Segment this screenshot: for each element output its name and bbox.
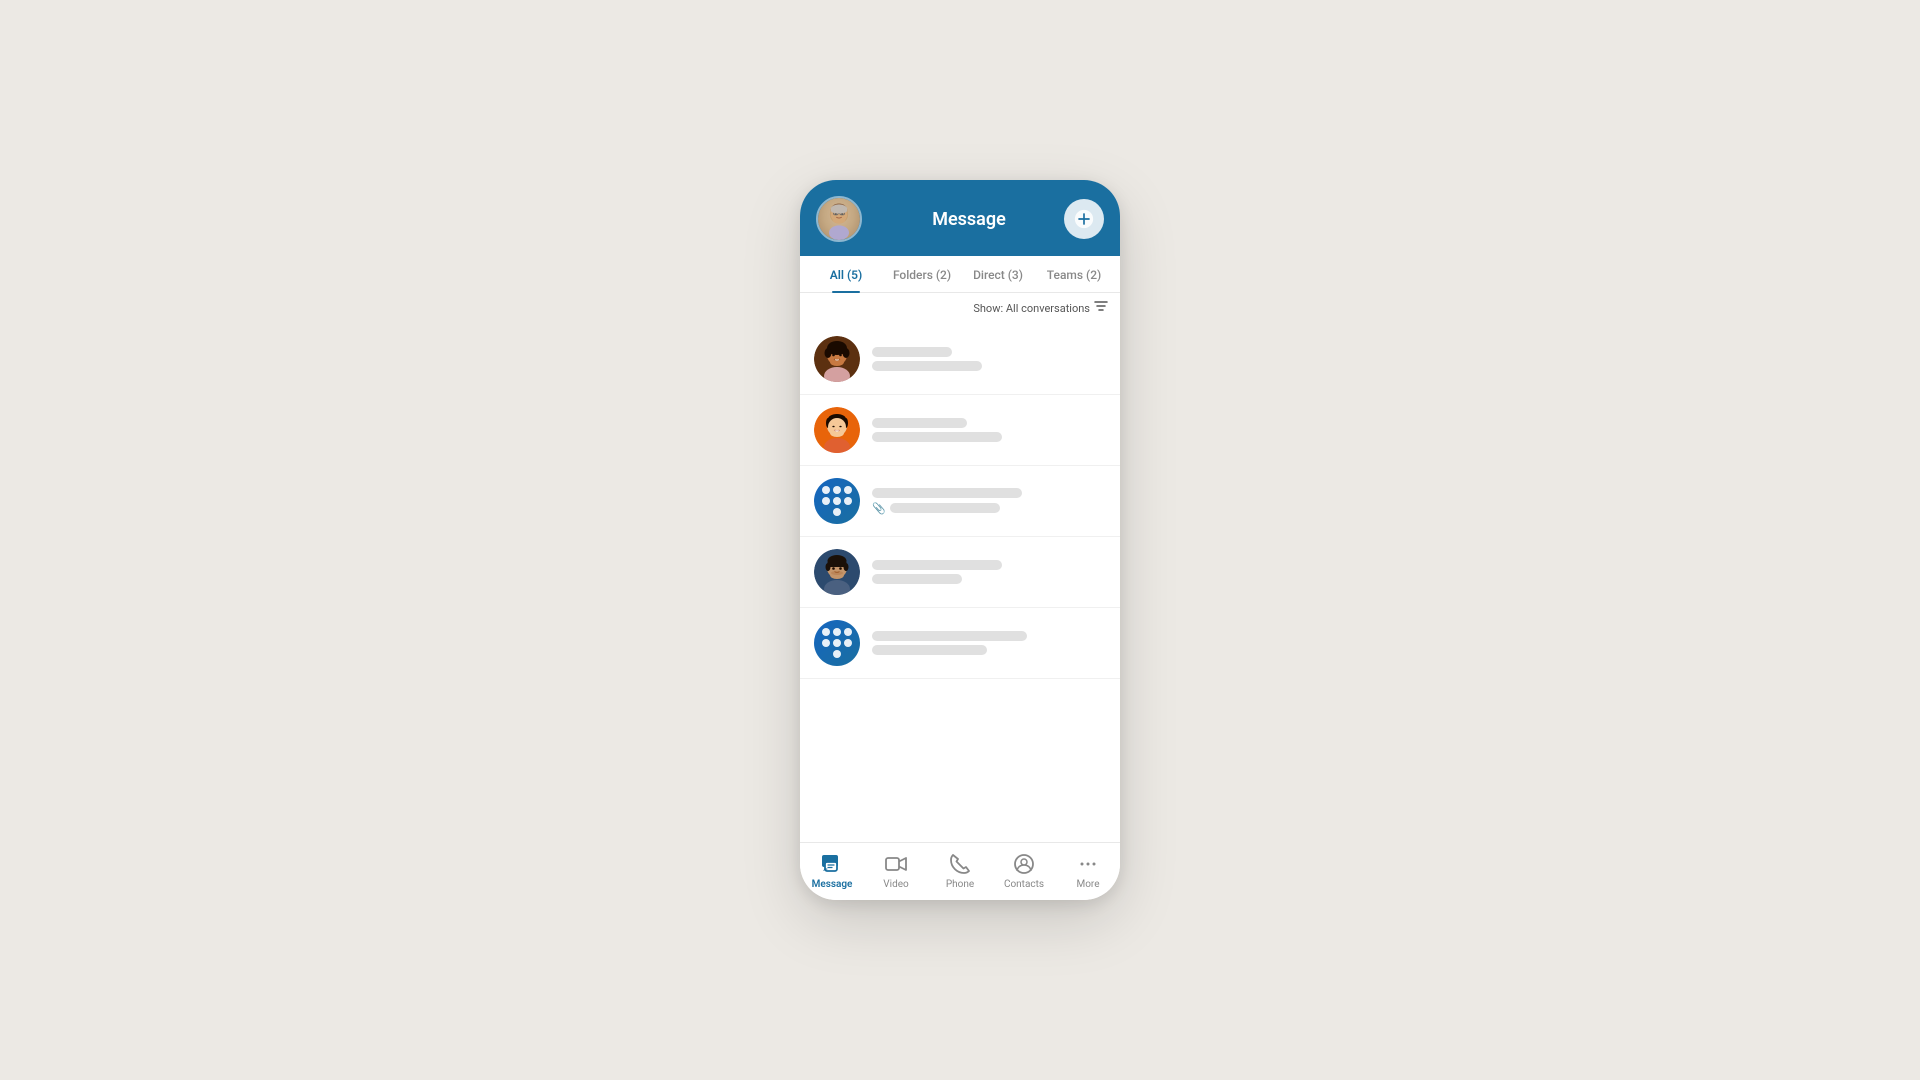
- contacts-icon: [1011, 851, 1037, 877]
- avatar: [814, 478, 860, 524]
- message-preview: [872, 574, 962, 584]
- conversation-content: [872, 347, 1106, 371]
- contact-name: [872, 418, 967, 428]
- attachment-icon: 📎: [872, 502, 886, 515]
- conversation-item[interactable]: [800, 608, 1120, 679]
- conversation-content: [872, 560, 1106, 584]
- nav-phone-label: Phone: [946, 879, 974, 890]
- message-icon: [819, 851, 845, 877]
- add-conversation-button[interactable]: [1064, 199, 1104, 239]
- tab-all[interactable]: All (5): [808, 256, 884, 292]
- nav-contacts[interactable]: Contacts: [992, 851, 1056, 890]
- tab-direct[interactable]: Direct (3): [960, 256, 1036, 292]
- avatar: [814, 620, 860, 666]
- contact-name: [872, 488, 1022, 498]
- plus-icon: [1074, 209, 1094, 229]
- filter-row: Show: All conversations: [800, 293, 1120, 324]
- nav-message[interactable]: Message: [800, 851, 864, 890]
- nav-more-label: More: [1076, 879, 1099, 890]
- avatar: [814, 407, 860, 453]
- phone-container: Message All (5) Folders (2) Direct (3) T…: [800, 180, 1120, 900]
- contact-name: [872, 347, 952, 357]
- bottom-navigation: Message Video Phone: [800, 842, 1120, 900]
- message-preview: [890, 503, 1000, 513]
- nav-contacts-label: Contacts: [1004, 879, 1044, 890]
- filter-label: Show: All conversations: [973, 302, 1090, 315]
- user-avatar[interactable]: [816, 196, 862, 242]
- header: Message: [800, 180, 1120, 256]
- conversation-content: 📎: [872, 488, 1106, 515]
- nav-video[interactable]: Video: [864, 851, 928, 890]
- nav-phone[interactable]: Phone: [928, 851, 992, 890]
- conversation-item[interactable]: [800, 395, 1120, 466]
- conversation-content: [872, 631, 1106, 655]
- app-dots-grid: [822, 486, 852, 516]
- message-preview: [872, 645, 987, 655]
- more-icon: [1075, 851, 1101, 877]
- conversation-item[interactable]: [800, 324, 1120, 395]
- video-icon: [883, 851, 909, 877]
- phone-icon: [947, 851, 973, 877]
- contact-name: [872, 631, 1027, 641]
- nav-video-label: Video: [883, 879, 908, 890]
- conversations-list: 📎: [800, 324, 1120, 842]
- conversation-item[interactable]: 📎: [800, 466, 1120, 537]
- header-title: Message: [874, 209, 1064, 230]
- app-dots-grid: [822, 628, 852, 658]
- nav-more[interactable]: More: [1056, 851, 1120, 890]
- tab-teams[interactable]: Teams (2): [1036, 256, 1112, 292]
- avatar: [814, 336, 860, 382]
- message-preview: [872, 432, 1002, 442]
- avatar: [814, 549, 860, 595]
- tabs-bar: All (5) Folders (2) Direct (3) Teams (2): [800, 256, 1120, 293]
- conversation-item[interactable]: [800, 537, 1120, 608]
- tab-folders[interactable]: Folders (2): [884, 256, 960, 292]
- contact-name: [872, 560, 1002, 570]
- message-preview: [872, 361, 982, 371]
- nav-message-label: Message: [812, 879, 853, 890]
- filter-icon[interactable]: [1094, 301, 1108, 316]
- conversation-content: [872, 418, 1106, 442]
